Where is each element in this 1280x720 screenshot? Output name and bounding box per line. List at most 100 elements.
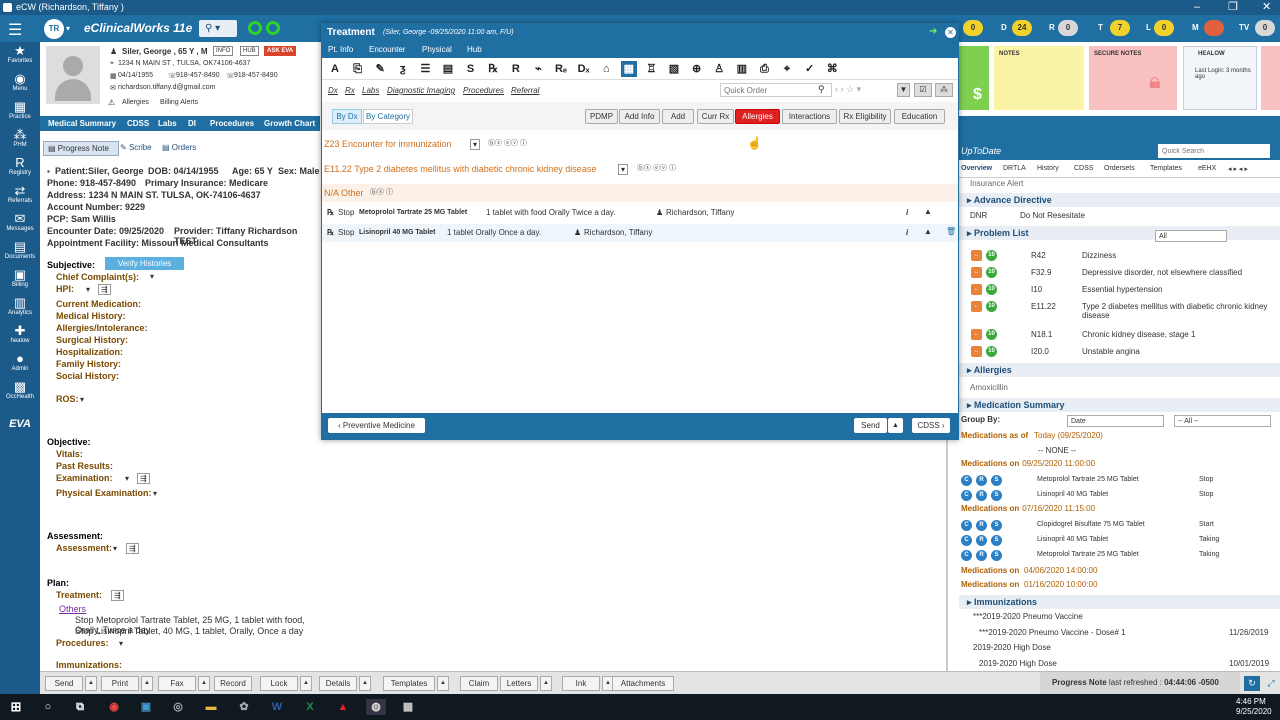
tab-cdss-right[interactable]: CDSS <box>1074 165 1093 172</box>
examination-dropdown-icon[interactable]: ▾ <box>125 474 129 483</box>
problem-arrow-icon[interactable]: ← <box>971 301 982 312</box>
med-group-header[interactable]: Medications on 07/16/2020 11:15:00 <box>961 504 1095 513</box>
info-button[interactable]: INFO <box>213 46 234 56</box>
modal-tool-8-icon[interactable]: R <box>508 61 524 77</box>
menu-encounter[interactable]: Encounter <box>369 42 405 58</box>
modal-tool-0-icon[interactable]: A <box>327 61 343 77</box>
modal-tool-10-icon[interactable]: Rₑ <box>553 61 569 77</box>
tab-cdss[interactable]: CDSS <box>127 116 149 131</box>
tab-ordersets[interactable]: Ordersets <box>1104 165 1135 172</box>
family-history-label[interactable]: Family History: <box>56 359 121 369</box>
dx-e1122-dropdown-icon[interactable]: ▾ <box>618 164 629 175</box>
modal-tool-12-icon[interactable]: ⌂ <box>598 61 614 77</box>
tab-orders[interactable]: ▤ Orders <box>162 141 208 156</box>
imm-1-sub[interactable]: ***2019-2020 Pneumo Vaccine - Dose# 1 <box>979 628 1126 637</box>
nav-favorites[interactable]: ★ Favorites <box>0 44 40 64</box>
dx-z23-actions[interactable]: ⓑⓢ ⓔⓥ ⓘ <box>488 138 527 148</box>
med-action-r-icon[interactable]: R <box>976 490 987 501</box>
nav-arrows-icon[interactable]: ‹ › ☆ ▾ <box>835 84 861 95</box>
search-icon[interactable]: ⚲ <box>818 84 825 95</box>
problem-row[interactable]: ← 10 I20.0 Unstable angina <box>959 344 1280 360</box>
counter-m[interactable] <box>1204 20 1224 36</box>
counter-l[interactable]: 0 <box>1154 20 1174 36</box>
tab-scroll-arrows-icon[interactable]: ◂ ▸ ◂ ▸ <box>1228 165 1248 173</box>
interactions-button[interactable]: Interactions <box>782 109 837 124</box>
modal-tool-20-icon[interactable]: ⌖ <box>779 61 795 77</box>
hospitalization-label[interactable]: Hospitalization: <box>56 347 123 357</box>
bottom-print-menu-icon[interactable]: ▲ <box>141 676 153 691</box>
med-action-c-icon[interactable]: C <box>961 475 972 486</box>
problem-row[interactable]: ← 10 N18.1 Chronic kidney disease, stage 1 <box>959 327 1280 343</box>
med-action-r-icon[interactable]: R <box>976 550 987 561</box>
med-row[interactable]: C R S Metoprolol Tartrate 25 MG Tablet Stop <box>959 474 1280 488</box>
notes-card[interactable]: NOTES <box>994 46 1084 110</box>
med-group-header[interactable]: Medications on 09/25/2020 11:00:00 <box>961 459 1095 468</box>
med-action-r-icon[interactable]: R <box>976 475 987 486</box>
tab-di[interactable]: DI <box>188 116 196 131</box>
bottom-templates-menu-icon[interactable]: ▲ <box>437 676 449 691</box>
problem-arrow-icon[interactable]: ← <box>971 267 982 278</box>
preventive-medicine-button[interactable]: ‹ Preventive Medicine <box>328 418 425 433</box>
hpi-label[interactable]: HPI: <box>56 284 74 294</box>
problem-arrow-icon[interactable]: ← <box>971 329 982 340</box>
bottom-ink-button[interactable]: Ink <box>562 676 600 691</box>
forward-arrow-icon[interactable]: ➔ <box>929 26 937 37</box>
allergies-header[interactable]: ▸ Allergies <box>959 363 1280 377</box>
user-avatar[interactable]: TR <box>44 19 64 39</box>
chrome-icon[interactable]: ◉ <box>106 699 122 715</box>
modal-tool-15-icon[interactable]: ▧ <box>666 61 682 77</box>
hamburger-menu-icon[interactable]: ☰ <box>8 20 22 40</box>
nav-eva[interactable]: EVA <box>0 418 40 430</box>
na-other[interactable]: N/A Other <box>324 188 364 198</box>
rx-row-1[interactable]: ℞ Stop Metoprolol Tartrate 25 MG Tablet … <box>322 204 958 222</box>
modal-tool-13-icon[interactable]: ▦ <box>620 61 637 77</box>
nav-menu[interactable]: ◉ Menu <box>0 72 40 92</box>
med-on-3-label[interactable]: Medications on <box>961 566 1019 575</box>
pdf-icon[interactable]: ▲ <box>335 699 351 715</box>
ecw-taskbar-icon[interactable]: ◍ <box>366 699 386 715</box>
med-row[interactable]: C R S Lisinopril 40 MG Tablet Taking <box>959 534 1280 548</box>
warning-icon[interactable]: ▲ <box>924 207 932 216</box>
bottom-details-menu-icon[interactable]: ▲ <box>359 676 371 691</box>
procedures-label[interactable]: Procedures: <box>56 638 109 648</box>
windows-start-icon[interactable]: ⊞ <box>8 699 24 715</box>
search-circle-icon[interactable]: ○ <box>40 699 56 715</box>
rx-row-2[interactable]: ℞ Stop Lisinopril 40 MG Tablet 1 tablet … <box>322 224 958 242</box>
close-window-icon[interactable]: ✕ <box>1262 0 1271 15</box>
chief-complaint-label[interactable]: Chief Complaint(s): <box>56 272 139 282</box>
modal-tool-6-icon[interactable]: S <box>463 61 479 77</box>
menu-hub[interactable]: Hub <box>467 42 482 58</box>
social-history-label[interactable]: Social History: <box>56 371 119 381</box>
med-action-s-icon[interactable]: S <box>991 475 1002 486</box>
medical-history-label[interactable]: Medical History: <box>56 311 126 321</box>
group-by-select[interactable]: Date <box>1067 415 1164 427</box>
modal-tool-3-icon[interactable]: ƺ <box>395 61 411 77</box>
physical-exam-dropdown-icon[interactable]: ▾ <box>153 489 157 498</box>
tab-eehx[interactable]: eEHX <box>1198 165 1216 172</box>
modal-tool-11-icon[interactable]: Dₓ <box>576 61 592 77</box>
bottom-fax-button[interactable]: Fax <box>158 676 196 691</box>
med-action-c-icon[interactable]: C <box>961 490 972 501</box>
verify-histories-button[interactable]: Verify Histories <box>105 257 184 270</box>
app-icon-3[interactable]: ◎ <box>170 699 186 715</box>
problem-arrow-icon[interactable]: ← <box>971 346 982 357</box>
link-diagnostic-imaging[interactable]: Diagnostic Imaging <box>387 86 455 95</box>
tab-overview[interactable]: Overview <box>961 165 992 172</box>
folder-icon[interactable]: ▬ <box>203 699 219 715</box>
quick-search-input[interactable] <box>1158 144 1270 158</box>
bottom-lock-button[interactable]: Lock <box>260 676 298 691</box>
warning-icon-2[interactable]: ▲ <box>924 227 932 236</box>
pdmp-button[interactable]: PDMP <box>585 109 618 124</box>
nav-healow[interactable]: ✚ healow <box>0 324 40 344</box>
modal-tool-1-icon[interactable]: ⎘ <box>350 61 366 77</box>
problem-row[interactable]: ← 10 I10 Essential hypertension <box>959 282 1280 298</box>
na-other-actions[interactable]: ⓑⓢ ⓘ <box>370 187 393 197</box>
problem-arrow-icon[interactable]: ← <box>971 250 982 261</box>
secure-notes-card[interactable]: SECURE NOTES 🔒︎ <box>1089 46 1177 110</box>
link-procedures[interactable]: Procedures <box>463 86 504 95</box>
extra-note-card[interactable] <box>1261 46 1280 110</box>
bottom-record-button[interactable]: Record <box>214 676 252 691</box>
medication-summary-header[interactable]: ▸ Medication Summary <box>959 398 1280 412</box>
view-by-category[interactable]: By Category <box>363 109 413 124</box>
imm-1-name[interactable]: ***2019-2020 Pneumo Vaccine <box>973 612 1083 621</box>
